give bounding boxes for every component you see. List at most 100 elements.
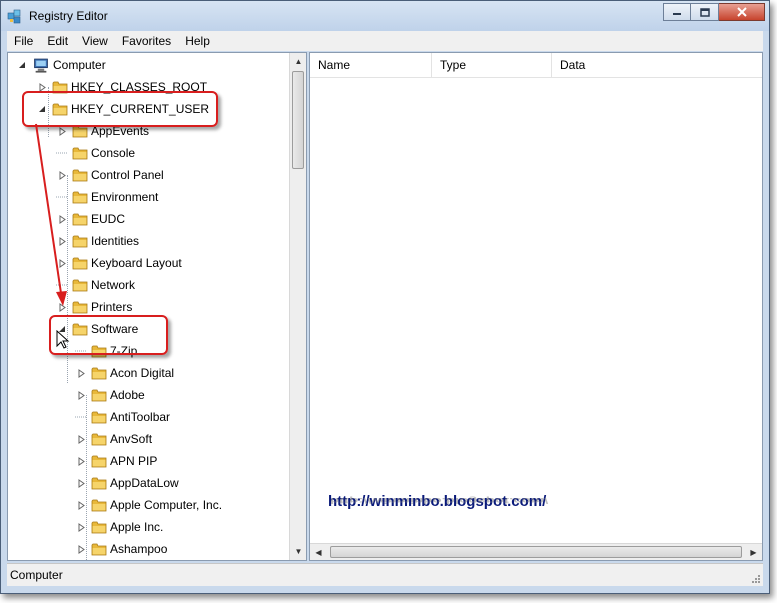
tree-item[interactable]: APN PIP — [75, 450, 157, 472]
expand-arrow-icon[interactable] — [56, 257, 68, 269]
expand-arrow-icon[interactable] — [75, 499, 87, 511]
tree-item-label: Ashampoo — [110, 542, 168, 556]
computer-icon — [34, 58, 48, 73]
tree-item[interactable]: Keyboard Layout — [56, 252, 182, 274]
title-bar[interactable]: Registry Editor — [1, 1, 769, 31]
values-list-pane: Name Type Data http://winminbo.blogspot.… — [309, 52, 763, 561]
window-title: Registry Editor — [29, 9, 108, 23]
tree-item[interactable]: Ashampoo — [75, 538, 167, 560]
tree-item[interactable]: AnvSoft — [75, 428, 152, 450]
folder-icon — [72, 213, 88, 226]
tree-item-label: Console — [91, 146, 136, 160]
menu-help[interactable]: Help — [178, 34, 217, 48]
tree-item-label: Printers — [91, 300, 133, 314]
tree-item[interactable]: Adobe — [75, 384, 145, 406]
menu-favorites[interactable]: Favorites — [115, 34, 178, 48]
tree-root-label: Computer — [53, 58, 106, 72]
expand-arrow-icon[interactable] — [16, 59, 28, 71]
folder-icon — [91, 455, 107, 468]
folder-icon — [72, 147, 88, 160]
folder-icon — [91, 411, 107, 424]
tree-connector — [56, 279, 68, 291]
expand-arrow-icon[interactable] — [75, 521, 87, 533]
expand-arrow-icon[interactable] — [75, 433, 87, 445]
mouse-cursor-icon — [56, 330, 70, 349]
menu-view[interactable]: View — [75, 34, 115, 48]
minimize-button[interactable] — [663, 3, 691, 21]
tree-item[interactable]: Identities — [56, 230, 139, 252]
tree-item[interactable]: AntiToolbar — [75, 406, 170, 428]
scroll-down-icon[interactable]: ▼ — [290, 543, 306, 560]
tree-item[interactable]: Apple Computer, Inc. — [75, 494, 222, 516]
tree-item[interactable]: Control Panel — [56, 164, 164, 186]
expand-arrow-icon[interactable] — [56, 301, 68, 313]
registry-editor-app-icon — [7, 9, 21, 24]
tree-root-computer[interactable]: Computer — [16, 54, 106, 76]
folder-icon — [72, 191, 88, 204]
maximize-icon — [699, 7, 710, 17]
registry-editor-window: Registry Editor File Edit View Favorites… — [0, 0, 770, 594]
list-horizontal-scrollbar[interactable]: ◀ ▶ — [310, 543, 762, 560]
tree-item[interactable]: Apple Inc. — [75, 516, 163, 538]
watermark-reflection: http://winminbo.blogspot.com/ — [330, 495, 549, 505]
folder-icon — [91, 521, 107, 534]
menu-bar: File Edit View Favorites Help — [7, 31, 763, 51]
caption-buttons — [663, 3, 765, 21]
maximize-button[interactable] — [691, 3, 719, 21]
tree-item-label: Apple Computer, Inc. — [110, 498, 223, 512]
expand-arrow-icon[interactable] — [56, 213, 68, 225]
column-header-name[interactable]: Name — [310, 53, 432, 77]
tree-item-label: AntiToolbar — [110, 410, 171, 424]
expand-arrow-icon[interactable] — [56, 235, 68, 247]
resize-grip-icon[interactable] — [751, 574, 761, 584]
close-button[interactable] — [719, 3, 765, 21]
folder-icon — [72, 301, 88, 314]
folder-icon — [91, 433, 107, 446]
list-scroll-thumb[interactable] — [330, 546, 742, 558]
folder-icon — [91, 543, 107, 556]
tree-item[interactable]: Network — [56, 274, 135, 296]
column-header-data[interactable]: Data — [552, 53, 762, 77]
folder-icon — [91, 477, 107, 490]
expand-arrow-icon[interactable] — [75, 389, 87, 401]
folder-icon — [72, 235, 88, 248]
tree-item-label: Apple Inc. — [110, 520, 164, 534]
expand-arrow-icon[interactable] — [75, 543, 87, 555]
tree-item[interactable]: AppDataLow — [75, 472, 179, 494]
tree-item[interactable]: Acon Digital — [75, 362, 174, 384]
menu-edit[interactable]: Edit — [40, 34, 75, 48]
tree-scroll-thumb[interactable] — [292, 71, 304, 169]
tree-item-label: Network — [91, 278, 136, 292]
expand-arrow-icon[interactable] — [75, 477, 87, 489]
folder-icon — [91, 499, 107, 512]
scroll-up-icon[interactable]: ▲ — [290, 53, 306, 70]
list-header: Name Type Data — [310, 53, 762, 78]
tree-connector — [56, 147, 68, 159]
expand-arrow-icon[interactable] — [56, 169, 68, 181]
tree-item[interactable]: EUDC — [56, 208, 125, 230]
tree-item-label: Identities — [91, 234, 140, 248]
status-bar: Computer — [7, 563, 763, 586]
tree-item[interactable]: Console — [56, 142, 135, 164]
tree-item-label: APN PIP — [110, 454, 158, 468]
status-path: Computer — [10, 568, 63, 582]
scroll-right-icon[interactable]: ▶ — [745, 544, 762, 560]
column-header-type[interactable]: Type — [432, 53, 552, 77]
expand-arrow-icon[interactable] — [75, 455, 87, 467]
tree-connector — [75, 411, 87, 423]
scroll-left-icon[interactable]: ◀ — [310, 544, 327, 560]
annotation-box-hkcu — [22, 91, 218, 127]
tree-item-label: Acon Digital — [110, 366, 175, 380]
folder-icon — [72, 169, 88, 182]
tree-item-label: Adobe — [110, 388, 145, 402]
tree-item[interactable]: Environment — [56, 186, 158, 208]
tree-vertical-scrollbar[interactable]: ▲ ▼ — [289, 53, 306, 560]
folder-icon — [72, 257, 88, 270]
tree-item-label: AppDataLow — [110, 476, 179, 490]
folder-icon — [91, 389, 107, 402]
expand-arrow-icon[interactable] — [75, 367, 87, 379]
tree-connector — [56, 191, 68, 203]
tree-item-label: Control Panel — [91, 168, 164, 182]
close-icon — [736, 7, 747, 17]
menu-file[interactable]: File — [7, 34, 40, 48]
